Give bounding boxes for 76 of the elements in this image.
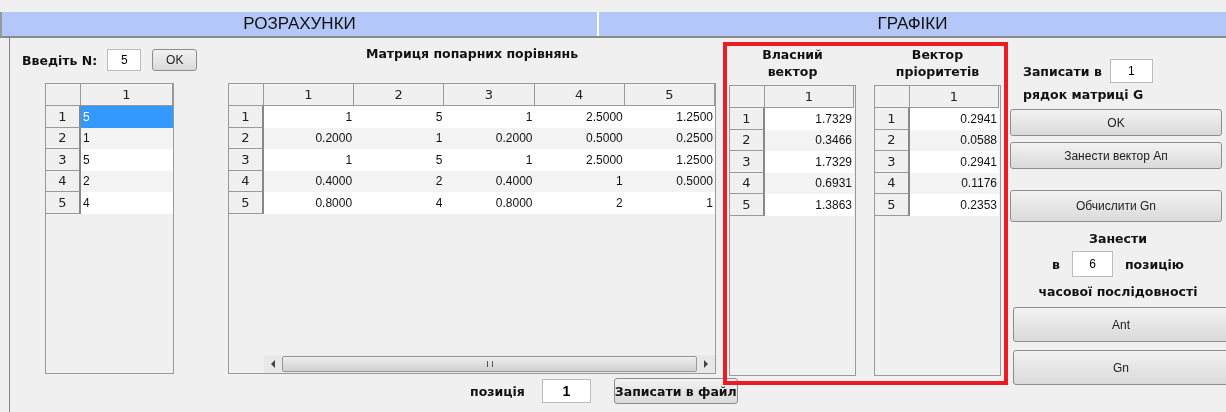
- in-label: в: [1052, 256, 1060, 272]
- table-cell: 1.3863: [765, 194, 854, 216]
- section-header: РОЗРАХУНКИ: [2, 12, 599, 36]
- table-cell: 1: [444, 149, 535, 171]
- ok-button[interactable]: OK: [152, 49, 198, 71]
- position-field[interactable]: 1: [541, 379, 591, 403]
- row-header: 4: [46, 170, 81, 192]
- matrix-title: Матриця попарних порівнянь: [364, 45, 580, 63]
- table-cell[interactable]: 5: [81, 149, 173, 171]
- row-header: 5: [46, 192, 81, 214]
- table-cell: 2.5000: [534, 106, 625, 128]
- column-header: 1: [910, 86, 999, 108]
- table-cell: 0.8000: [263, 192, 355, 214]
- write-label: Записати в: [1023, 63, 1102, 79]
- row-field[interactable]: 1: [1109, 59, 1153, 83]
- row-header: 2: [229, 127, 264, 149]
- compute-button[interactable]: Обчислити Gn: [1010, 190, 1222, 222]
- table-cell: 1.7329: [765, 108, 854, 130]
- table-cell: 1: [624, 192, 715, 214]
- ok-button[interactable]: OK: [1010, 109, 1222, 136]
- vector-title: Вектор пріоритетів: [894, 46, 981, 81]
- n-field[interactable]: 5: [107, 49, 142, 71]
- row-header: 5: [730, 194, 765, 216]
- row-header: 2: [875, 129, 910, 151]
- row-header: 1: [229, 106, 264, 128]
- add-label: Занести: [1088, 231, 1148, 246]
- row-header: 3: [229, 149, 264, 171]
- column-header: 5: [624, 84, 715, 106]
- table-cell[interactable]: 4: [81, 192, 173, 214]
- gn-button[interactable]: Gn: [1013, 350, 1226, 385]
- ant-button[interactable]: Ant: [1013, 307, 1226, 342]
- position-field[interactable]: 6: [1072, 251, 1113, 277]
- table-cell: 1.2500: [624, 106, 715, 128]
- horizontal-scrollbar[interactable]: [264, 355, 715, 373]
- column-header: 1: [765, 86, 854, 108]
- column-header: 2: [354, 84, 445, 106]
- column-header: 4: [534, 84, 625, 106]
- row-header: 4: [730, 172, 765, 194]
- vector-title: Власний вектор: [761, 46, 824, 81]
- table-cell: 0.2353: [910, 194, 999, 216]
- table-cell: 0.2941: [910, 108, 999, 130]
- table-cell: 5: [354, 149, 445, 171]
- table-cell: 2.5000: [534, 149, 625, 171]
- row-header: 4: [229, 170, 264, 192]
- table-cell: 5: [354, 106, 445, 128]
- row-header: 1: [875, 108, 910, 130]
- row-header: 3: [730, 151, 765, 173]
- row-header: 5: [875, 194, 910, 216]
- table-cell: 2: [534, 192, 625, 214]
- table-cell: 1: [263, 149, 355, 171]
- table-cell: 4: [354, 192, 445, 214]
- row-header: 3: [46, 149, 81, 171]
- section-header: ГРАФІКИ: [876, 13, 949, 35]
- column-header: 1: [263, 84, 355, 106]
- row-header: 1: [730, 108, 765, 130]
- column-header: 1: [81, 84, 173, 106]
- series-label: часової послідовності: [1037, 284, 1199, 299]
- row-header: 3: [875, 151, 910, 173]
- table-cell: 0.2941: [910, 151, 999, 173]
- table-cell: 1: [444, 106, 535, 128]
- table-cell: 1.2500: [624, 149, 715, 171]
- position-label: позицію: [1125, 256, 1184, 272]
- row-header: 2: [730, 129, 765, 151]
- row-header: 4: [875, 172, 910, 194]
- write-label: рядок матриці G: [1022, 86, 1145, 102]
- table-cell: 1.7329: [765, 151, 854, 173]
- row-header: 1: [46, 106, 81, 128]
- column-header: 3: [444, 84, 535, 106]
- row-header: 2: [46, 127, 81, 149]
- n-label: Введіть N:: [22, 52, 98, 68]
- table-cell: 0.8000: [444, 192, 535, 214]
- position-label: позиція: [470, 383, 525, 399]
- row-header: 5: [229, 192, 264, 214]
- add-vector-button[interactable]: Занести вектор Ап: [1010, 142, 1222, 169]
- save-to-file-button[interactable]: Записати в файл: [613, 378, 738, 404]
- table-cell: 1: [263, 106, 355, 128]
